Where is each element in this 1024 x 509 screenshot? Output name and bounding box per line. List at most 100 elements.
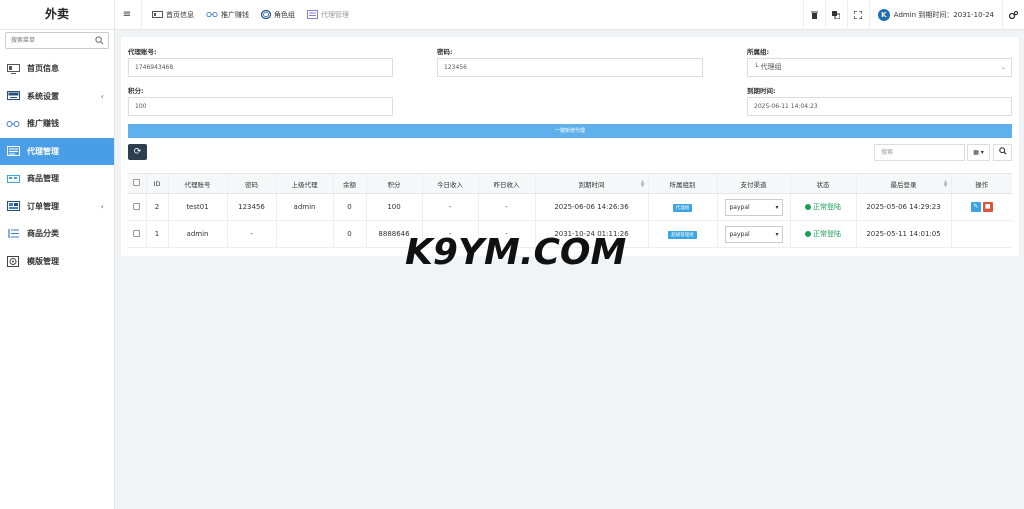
goods-icon	[6, 174, 20, 184]
cell-id: 2	[146, 193, 169, 221]
table-search-input[interactable]: 搜索	[874, 144, 965, 161]
sidebar-item-category[interactable]: 商品分类	[0, 220, 114, 248]
col-header[interactable]: ID	[146, 173, 169, 194]
add-agent-button[interactable]: 一键新增代理	[128, 124, 1012, 138]
account-label: 代理账号:	[128, 48, 157, 56]
top-navbar: ≡ 首页信息 推广赚钱 角色组 代理管理 K Admin 到期时间：2031-1…	[115, 0, 1024, 30]
cell-pay: paypal ▾	[717, 193, 791, 221]
columns-toggle-button[interactable]: ▦ ▾	[967, 144, 990, 161]
sort-icon[interactable]: ▲ ▼	[641, 180, 645, 189]
tab-promotion[interactable]: 推广赚钱	[200, 0, 255, 30]
cell-actions: ✎ ■	[951, 193, 1012, 221]
menu-toggle-icon[interactable]: ≡	[117, 9, 137, 20]
status-dot	[805, 203, 811, 210]
menu-search-input[interactable]	[6, 33, 93, 48]
divider	[141, 0, 142, 30]
group-badge: 超级管理组	[668, 230, 697, 239]
tab-home[interactable]: 首页信息	[146, 0, 200, 30]
cell-last-login: 2025-05-11 14:01:05	[856, 220, 952, 248]
monitor-icon	[6, 63, 20, 74]
status-text: 正常登陆	[813, 203, 841, 211]
user-menu[interactable]: K Admin 到期时间：2031-10-24	[868, 0, 1002, 30]
sidebar-item-label: 系统设置	[27, 91, 59, 101]
cell-id: 1	[146, 220, 169, 248]
cell-points: 100	[366, 193, 423, 221]
col-header[interactable]: 余额	[333, 173, 367, 194]
sidebar-item-label: 推广赚钱	[27, 119, 59, 129]
col-header[interactable]: 密码	[227, 173, 277, 194]
agent-icon	[307, 10, 318, 19]
tab-label: 首页信息	[166, 10, 194, 19]
pay-channel-value: paypal	[729, 203, 750, 211]
sidebar-item-promotion[interactable]: 推广赚钱	[0, 110, 114, 138]
cell-status: 正常登陆	[790, 193, 857, 221]
sidebar-item-label: 首页信息	[27, 64, 59, 74]
menu-search-box[interactable]	[5, 32, 109, 49]
sidebar-item-orders[interactable]: 订单管理 ‹	[0, 193, 114, 221]
account-input[interactable]: 1746943468	[128, 58, 393, 77]
col-header[interactable]: 状态	[790, 173, 857, 194]
cell-account: test01	[168, 193, 228, 221]
fullscreen-icon[interactable]	[846, 0, 869, 30]
agent-form-card: 代理账号: 1746943468 密码: 123456 所属组: └ 代理组 ⌄…	[121, 37, 1019, 256]
order-icon	[6, 201, 20, 212]
tab-agent[interactable]: 代理管理	[301, 0, 355, 30]
cell-password: 123456	[227, 193, 277, 221]
refresh-icon[interactable]: ⟳	[128, 144, 147, 160]
cell-status: 正常登陆	[790, 220, 857, 248]
pay-channel-value: paypal	[729, 230, 750, 238]
sidebar-item-home[interactable]: 首页信息	[0, 55, 114, 83]
points-label: 积分:	[128, 87, 144, 95]
table-row: 2 test01 123456 admin 0 100 - - 2025-06-…	[128, 193, 1012, 221]
chevron-down-icon: ⌄	[1000, 64, 1006, 71]
cell-last-login: 2025-05-06 14:29:23	[856, 193, 952, 221]
row-checkbox[interactable]	[128, 220, 147, 248]
col-header-expire[interactable]: 到期时间 ▲ ▼	[535, 173, 649, 194]
sidebar-item-agent[interactable]: 代理管理	[0, 137, 114, 165]
expire-label: 到期时间:	[747, 87, 776, 95]
pay-channel-select[interactable]: paypal ▾	[724, 225, 783, 243]
cell-account: admin	[168, 220, 228, 248]
status-text: 正常登陆	[813, 230, 841, 238]
password-input[interactable]: 123456	[437, 58, 703, 77]
cell-pay: paypal ▾	[717, 220, 791, 248]
col-header[interactable]: 上级代理	[276, 173, 334, 194]
template-icon	[6, 255, 20, 267]
select-all-checkbox[interactable]	[128, 173, 147, 194]
chevron-left-icon: ‹	[100, 91, 104, 101]
tab-roles[interactable]: 角色组	[255, 0, 301, 30]
expire-input[interactable]: 2025-06-11 14:04:23	[747, 97, 1012, 116]
translate-icon[interactable]	[824, 0, 847, 30]
agent-icon	[6, 146, 20, 157]
col-header-last-login[interactable]: 最后登录 ▲ ▼	[856, 173, 952, 194]
delete-icon[interactable]: ■	[982, 202, 993, 212]
col-header[interactable]: 积分	[366, 173, 423, 194]
pay-channel-select[interactable]: paypal ▾	[724, 198, 783, 216]
trash-icon[interactable]	[802, 0, 825, 30]
gears-icon[interactable]	[1002, 0, 1024, 30]
col-header[interactable]: 昨日收入	[478, 173, 536, 194]
sidebar-item-settings[interactable]: 系统设置 ‹	[0, 83, 114, 111]
brand-title: 外卖	[0, 0, 114, 30]
sidebar-item-goods[interactable]: 商品管理	[0, 165, 114, 193]
cell-group: 超级管理组	[648, 220, 718, 248]
col-header[interactable]: 今日收入	[422, 173, 479, 194]
cell-yesterday: -	[478, 193, 536, 221]
search-button[interactable]	[993, 144, 1012, 161]
sort-icon[interactable]: ▲ ▼	[944, 180, 948, 189]
tab-label: 角色组	[274, 10, 295, 19]
password-label: 密码:	[437, 48, 453, 56]
col-header[interactable]: 支付渠道	[717, 173, 791, 194]
search-icon[interactable]	[95, 36, 104, 45]
group-select[interactable]: └ 代理组 ⌄	[747, 58, 1012, 77]
row-checkbox[interactable]	[128, 193, 147, 221]
status-badge: 正常登陆	[805, 203, 841, 211]
sidebar-item-template[interactable]: 模版管理	[0, 248, 114, 276]
keyboard-icon	[6, 91, 20, 101]
edit-icon[interactable]: ✎	[970, 202, 981, 212]
points-input[interactable]: 100	[128, 97, 393, 116]
cell-balance: 0	[333, 220, 367, 248]
col-header[interactable]: 所属组别	[648, 173, 718, 194]
col-header[interactable]: 代理账号	[168, 173, 228, 194]
tab-label: 代理管理	[321, 10, 349, 19]
